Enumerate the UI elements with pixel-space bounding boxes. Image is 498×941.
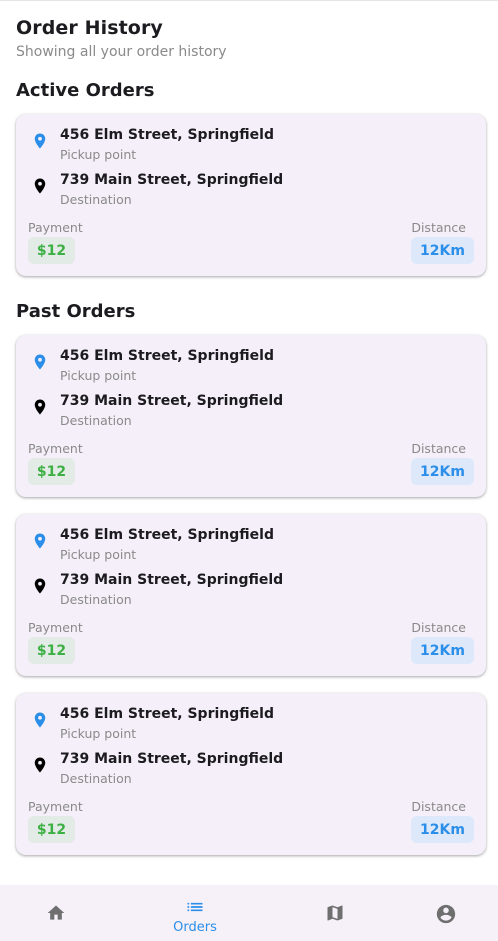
order-card[interactable]: 456 Elm Street, Springfield Pickup point… [16, 335, 486, 497]
payment-amount-badge: $12 [28, 237, 75, 264]
payment-amount-badge: $12 [28, 637, 75, 664]
destination-address: 739 Main Street, Springfield [60, 572, 284, 588]
payment-amount-badge: $12 [28, 816, 75, 843]
pickup-label: Pickup point [60, 147, 137, 162]
destination-address: 739 Main Street, Springfield [60, 393, 284, 409]
destination-address: 739 Main Street, Springfield [60, 172, 284, 188]
pickup-address: 456 Elm Street, Springfield [60, 706, 274, 722]
nav-item-home[interactable] [26, 885, 86, 941]
payment-label: Payment [28, 799, 83, 814]
destination-label: Destination [60, 592, 132, 607]
destination-label: Destination [60, 192, 132, 207]
destination-row: 739 Main Street, Springfield Destination [16, 751, 486, 791]
past-orders-heading: Past Orders [16, 301, 136, 322]
nav-item-account[interactable] [416, 885, 476, 941]
destination-row: 739 Main Street, Springfield Destination [16, 393, 486, 433]
distance-label: Distance [411, 799, 466, 814]
destination-label: Destination [60, 413, 132, 428]
distance-badge: 12Km [411, 637, 474, 664]
pickup-pin-icon [34, 354, 46, 370]
pickup-row: 456 Elm Street, Springfield Pickup point [16, 348, 486, 388]
destination-pin-icon [34, 178, 46, 194]
pickup-pin-icon [34, 133, 46, 149]
list-icon [187, 902, 203, 912]
order-card[interactable]: 456 Elm Street, Springfield Pickup point… [16, 693, 486, 855]
pickup-address: 456 Elm Street, Springfield [60, 127, 274, 143]
order-card[interactable]: 456 Elm Street, Springfield Pickup point… [16, 514, 486, 676]
pickup-pin-icon [34, 712, 46, 728]
pickup-address: 456 Elm Street, Springfield [60, 527, 274, 543]
destination-address: 739 Main Street, Springfield [60, 751, 284, 767]
distance-badge: 12Km [411, 237, 474, 264]
destination-row: 739 Main Street, Springfield Destination [16, 172, 486, 212]
pickup-label: Pickup point [60, 368, 137, 383]
pickup-address: 456 Elm Street, Springfield [60, 348, 274, 364]
nav-item-orders[interactable]: Orders [165, 885, 225, 941]
page-subtitle: Showing all your order history [16, 44, 227, 60]
pickup-pin-icon [34, 533, 46, 549]
pickup-label: Pickup point [60, 547, 137, 562]
pickup-row: 456 Elm Street, Springfield Pickup point [16, 706, 486, 746]
payment-label: Payment [28, 441, 83, 456]
destination-pin-icon [34, 578, 46, 594]
payment-amount-badge: $12 [28, 458, 75, 485]
pickup-row: 456 Elm Street, Springfield Pickup point [16, 527, 486, 567]
map-icon [327, 905, 343, 921]
nav-label-orders: Orders [173, 920, 217, 935]
top-divider [0, 0, 498, 1]
distance-label: Distance [411, 620, 466, 635]
home-icon [47, 905, 65, 920]
pickup-row: 456 Elm Street, Springfield Pickup point [16, 127, 486, 167]
destination-pin-icon [34, 757, 46, 773]
distance-badge: 12Km [411, 458, 474, 485]
page-title: Order History [16, 17, 163, 39]
destination-row: 739 Main Street, Springfield Destination [16, 572, 486, 612]
order-card[interactable]: 456 Elm Street, Springfield Pickup point… [16, 114, 486, 276]
destination-pin-icon [34, 399, 46, 415]
distance-label: Distance [411, 441, 466, 456]
pickup-label: Pickup point [60, 726, 137, 741]
payment-label: Payment [28, 220, 83, 235]
nav-item-map[interactable] [305, 885, 365, 941]
account-icon [436, 904, 456, 924]
payment-label: Payment [28, 620, 83, 635]
bottom-navigation-bar: Orders [0, 885, 498, 941]
destination-label: Destination [60, 771, 132, 786]
distance-badge: 12Km [411, 816, 474, 843]
distance-label: Distance [411, 220, 466, 235]
active-orders-heading: Active Orders [16, 80, 155, 101]
